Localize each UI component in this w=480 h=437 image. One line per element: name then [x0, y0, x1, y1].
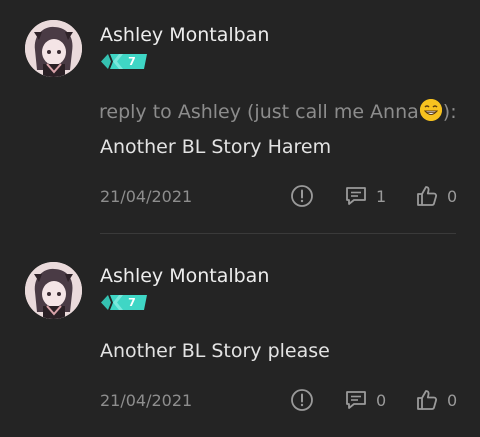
- comment-item: Ashley Montalban 7 Another BL Story plea…: [0, 234, 480, 437]
- avatar[interactable]: [25, 20, 82, 77]
- comment-item: Ashley Montalban 7 reply to Ashley (just…: [0, 0, 480, 232]
- thumbs-up-icon: [417, 186, 438, 206]
- username[interactable]: Ashley Montalban: [100, 24, 269, 46]
- reply-to-suffix: ):: [442, 101, 457, 123]
- report-button[interactable]: [290, 184, 314, 208]
- reply-button[interactable]: 0: [344, 388, 386, 412]
- comment-icon: [346, 391, 366, 409]
- like-button[interactable]: 0: [415, 184, 457, 208]
- comment-text: Another BL Story please: [100, 340, 330, 362]
- comment-text: Another BL Story Harem: [100, 136, 332, 158]
- reply-button[interactable]: 1: [344, 184, 386, 208]
- reply-count: 1: [376, 186, 387, 206]
- level-number: 7: [128, 55, 136, 68]
- like-count: 0: [447, 390, 458, 410]
- reply-count: 0: [376, 390, 387, 410]
- level-number: 7: [128, 296, 136, 309]
- comment-date: 21/04/2021: [100, 187, 193, 206]
- thumbs-up-icon: [417, 390, 438, 410]
- reply-to-label: reply to Ashley (just call me Anna):: [99, 99, 457, 123]
- comment-icon: [346, 187, 366, 205]
- grinning-emoji-icon: [419, 99, 442, 121]
- avatar[interactable]: [25, 262, 82, 319]
- exclamation-circle-icon: [291, 389, 313, 411]
- like-count: 0: [447, 186, 458, 206]
- exclamation-circle-icon: [291, 185, 313, 207]
- username[interactable]: Ashley Montalban: [100, 265, 269, 287]
- report-button[interactable]: [290, 388, 314, 412]
- like-button[interactable]: 0: [415, 388, 457, 412]
- avatar-image: [25, 262, 82, 319]
- avatar-image: [25, 20, 82, 77]
- reply-to-text: reply to Ashley (just call me Anna: [99, 101, 419, 123]
- comment-date: 21/04/2021: [100, 391, 193, 410]
